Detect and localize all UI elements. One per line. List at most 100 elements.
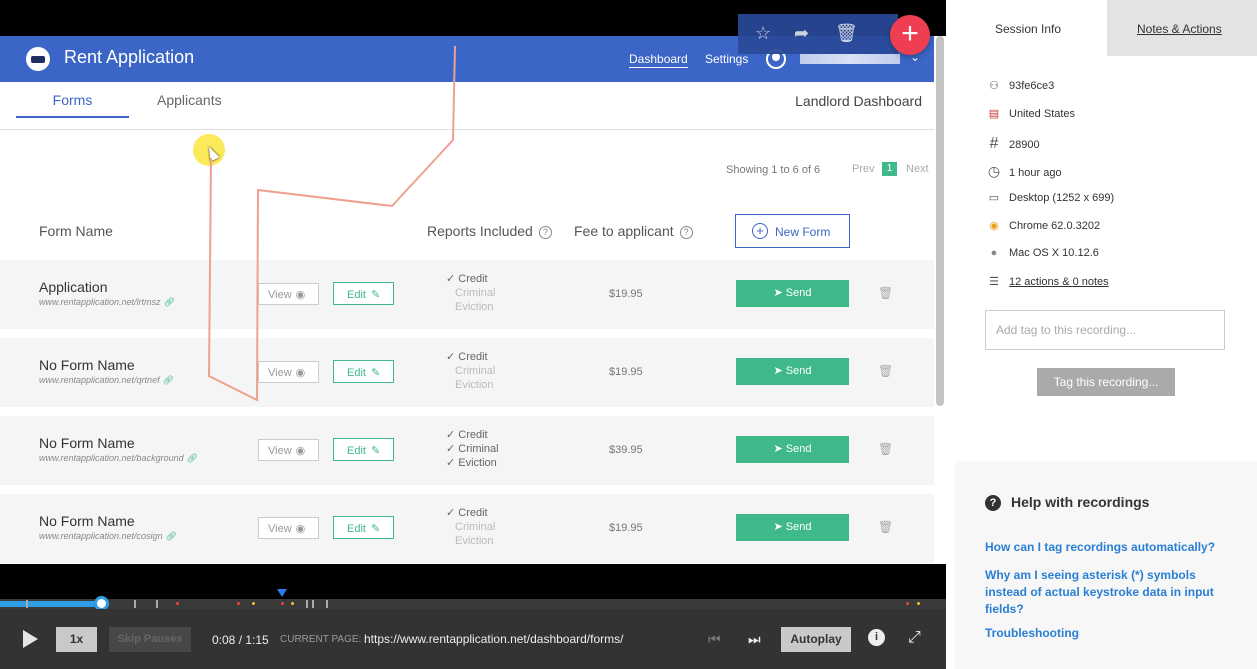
timeline-tick [312,600,314,608]
app-title[interactable]: Rent Application [64,47,194,68]
session-country: ▤ United States [985,107,1075,120]
session-browser: ◉ Chrome 62.0.3202 [985,219,1100,232]
session-time: ◷ 1 hour ago [985,163,1062,180]
send-button[interactable]: ➤ Send [736,514,849,541]
monitor-icon: ▭ [988,192,1000,204]
form-url[interactable]: www.rentapplication.net/cosign 🔗︎ [39,531,177,542]
app-logo-icon[interactable] [26,47,50,71]
table-row: No Form Name www.rentapplication.net/qrt… [0,338,934,407]
timeline-progress [0,601,102,607]
view-button[interactable]: View ◉ [258,283,319,305]
pencil-icon: ✎ [370,367,381,379]
report-credit: ✓ Credit [446,351,488,363]
tag-recording-button[interactable]: Tag this recording... [1037,368,1175,396]
timeline-event-dot[interactable] [291,602,294,605]
send-button[interactable]: ➤ Send [736,358,849,385]
page-scrollbar[interactable] [936,36,944,406]
view-button[interactable]: View ◉ [258,361,319,383]
fullscreen-icon[interactable]: ⤢ [908,629,921,647]
trash-icon[interactable]: 🗑︎ [835,23,858,44]
speed-button[interactable]: 1x [56,627,97,652]
link-icon: 🔗︎ [162,375,175,385]
timeline-tick [156,600,158,608]
form-name: Application [39,279,108,295]
reports-help-icon[interactable]: ? [538,226,552,239]
timeline-event-dot[interactable] [281,602,284,605]
edit-button[interactable]: Edit ✎ [333,438,394,461]
link-icon: 🔗︎ [165,531,178,541]
edit-button[interactable]: Edit ✎ [333,360,394,383]
timeline-event-dot[interactable] [917,602,920,605]
session-os: ● Mac OS X 10.12.6 [985,247,1099,259]
column-header-form-name: Form Name [39,223,113,239]
report-criminal: Criminal [455,287,496,299]
form-url[interactable]: www.rentapplication.net/lrtmsz 🔗︎ [39,297,175,308]
autoplay-button[interactable]: Autoplay [781,627,851,652]
user-name-masked[interactable] [800,54,900,64]
trash-icon[interactable]: 🗑︎ [878,364,893,378]
send-button[interactable]: ➤ Send [736,436,849,463]
pagination-current-page[interactable]: 1 [882,162,897,176]
clock-icon: ◷ [987,163,1001,179]
timeline[interactable] [0,596,946,611]
pagination-info: Showing 1 to 6 of 6 [726,164,821,176]
pagination-next[interactable]: Next [906,163,929,175]
timeline-tick [134,600,136,608]
pagination-prev[interactable]: Prev [852,163,875,175]
skip-pauses-button[interactable]: Skip Pauses [109,627,191,652]
help-link-asterisk[interactable]: Why am I seeing asterisk (*) symbols ins… [985,567,1235,618]
view-button[interactable]: View ◉ [258,439,319,461]
session-player: Rent Application Dashboard Settings ⌄ Fo… [0,0,946,669]
nav-dashboard-link[interactable]: Dashboard [629,52,688,68]
recorded-page-viewport: Rent Application Dashboard Settings ⌄ Fo… [0,36,946,564]
view-button[interactable]: View ◉ [258,517,319,539]
timeline-event-dot[interactable] [237,602,240,605]
tab-applicants[interactable]: Applicants [157,92,222,108]
edit-button[interactable]: Edit ✎ [333,282,394,305]
recording-toolbar: ☆ ➦ 🗑︎ [738,14,898,54]
form-name: No Form Name [39,435,135,451]
share-icon[interactable]: ➦ [794,23,809,44]
help-heading: ? Help with recordings [985,494,1149,511]
nav-settings-link[interactable]: Settings [705,52,748,66]
trash-icon[interactable]: 🗑︎ [878,520,893,534]
tab-forms[interactable]: Forms [16,82,129,118]
fee-value: $19.95 [609,522,643,534]
forms-content: Showing 1 to 6 of 6 Prev 1 Next Form Nam… [0,131,934,564]
tag-input[interactable]: Add tag to this recording... [985,310,1225,350]
column-header-fee: Fee to applicant? [574,223,693,239]
session-number: #28900 [985,135,1040,153]
form-name: No Form Name [39,513,135,529]
fee-help-icon[interactable]: ? [679,226,693,239]
help-link-auto-tag[interactable]: How can I tag recordings automatically? [985,539,1235,556]
send-button[interactable]: ➤ Send [736,280,849,307]
form-url[interactable]: www.rentapplication.net/qrtnef 🔗︎ [39,375,174,386]
fee-value: $19.95 [609,366,643,378]
list-icon: ☰ [989,276,999,288]
play-icon[interactable] [23,630,38,648]
tab-notes-actions[interactable]: Notes & Actions [1107,0,1257,56]
new-form-button[interactable]: + New Form [735,214,850,248]
tab-session-info[interactable]: Session Info [955,0,1107,56]
star-icon[interactable]: ☆ [755,23,771,44]
fee-value: $39.95 [609,444,643,456]
add-fab-button[interactable]: + [890,15,930,55]
skip-forward-icon[interactable]: ⏭ [748,631,761,648]
report-eviction: ✓ Eviction [446,457,497,469]
info-icon[interactable]: i [868,629,885,646]
column-header-reports: Reports Included? [427,223,552,239]
timeline-event-dot[interactable] [176,602,179,605]
timeline-tick [306,600,308,608]
report-eviction: Eviction [455,379,494,391]
session-actions[interactable]: ☰ 12 actions & 0 notes [985,275,1109,288]
trash-icon[interactable]: 🗑︎ [878,442,893,456]
form-url[interactable]: www.rentapplication.net/background 🔗︎ [39,453,198,464]
skip-back-icon[interactable]: ⏮ [708,631,721,648]
reports-list: ✓ Credit ✓ Criminal ✓ Eviction [446,428,499,470]
timeline-event-dot[interactable] [252,602,255,605]
trash-icon[interactable]: 🗑︎ [878,286,893,300]
timeline-event-dot[interactable] [906,602,909,605]
eye-icon: ◉ [295,445,306,457]
help-link-troubleshooting[interactable]: Troubleshooting [985,625,1235,642]
edit-button[interactable]: Edit ✎ [333,516,394,539]
